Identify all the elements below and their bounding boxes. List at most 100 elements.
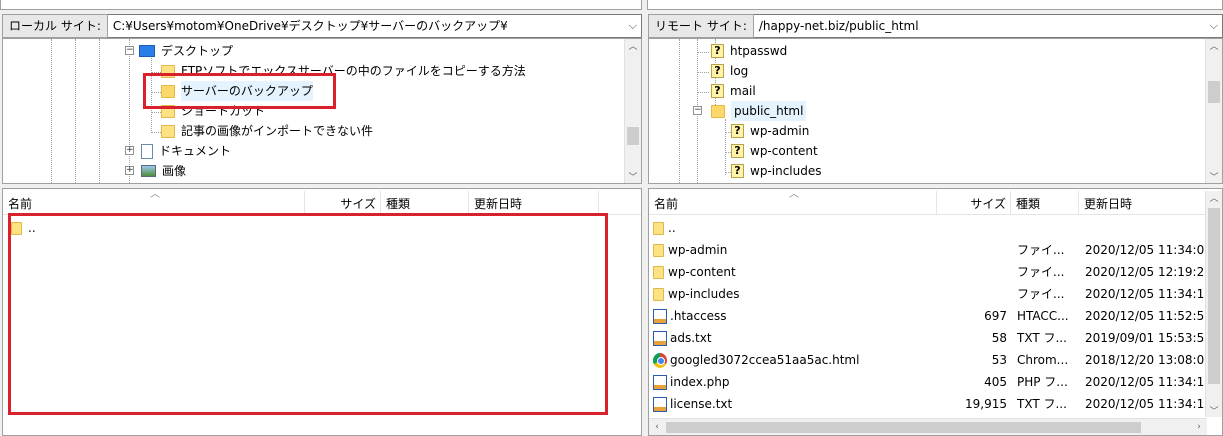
column-size-header[interactable]: サイズ [937,191,1011,215]
file-size-cell [937,283,1007,305]
table-row[interactable]: wp-includes ファイ... 2020/12/05 11:34:1 [649,283,1207,305]
file-modified-cell: 2020/12/05 12:19:2 [1085,265,1205,279]
local-site-label: ローカル サイト: [2,14,108,38]
local-file-list[interactable]: ︿ 名前 サイズ 種類 更新日時 .. [2,188,642,436]
scroll-left-icon[interactable]: ‹ [649,419,665,435]
table-row[interactable]: .htaccess 697 HTACC... 2020/12/05 11:52:5 [649,305,1207,327]
scroll-up-icon[interactable]: ︿ [1206,191,1222,204]
local-tree-scrollbar[interactable]: ︿ ﹀ [624,39,641,183]
table-row[interactable]: googled3072ccea51aa5ac.html 53 Chrom... 201… [649,349,1207,371]
table-row[interactable]: wp-content ファイ... 2020/12/05 12:19:2 [649,261,1207,283]
remote-directory-tree[interactable]: ? htpasswd ? log ? mail − public_html ? … [648,38,1223,184]
remote-tree-scrollbar[interactable]: ︿ ﹀ [1205,39,1222,183]
table-row[interactable]: wp-admin ファイ... 2020/12/05 11:34:0 [649,239,1207,261]
file-type-cell: ファイ... [1017,265,1065,279]
folder-icon [161,124,175,138]
file-name: license.txt [670,397,733,411]
file-name: index.php [670,375,730,389]
collapse-toggle-icon[interactable]: − [125,46,134,55]
file-modified-cell: 2019/09/01 15:53:5 [1085,331,1205,345]
folder-icon [161,104,175,118]
remote-pane: リモート サイト: /happy-net.biz/public_html ⌵ ?… [647,0,1223,436]
table-row[interactable]: index.php 405 PHP フ... 2020/12/05 11:34:1 [649,371,1207,393]
column-type-header[interactable]: 種類 [381,191,469,215]
scroll-down-icon[interactable]: ﹀ [1206,170,1222,183]
unknown-folder-icon: ? [711,64,724,78]
folder-icon [161,64,175,78]
remote-list-vscrollbar[interactable]: ︿ ﹀ [1205,191,1222,417]
file-modified-cell: 2020/12/05 11:34:1 [1085,287,1205,301]
tree-item-label: デスクトップ [161,44,234,58]
file-name-cell: wp-includes [653,283,937,305]
column-name-header[interactable]: 名前 [649,191,937,215]
folder-icon [653,288,664,301]
file-name-cell: index.php [653,371,937,393]
file-modified-cell: 2020/12/05 11:34:0 [1085,243,1205,257]
folder-icon [653,266,664,279]
scroll-right-icon[interactable]: › [1191,419,1207,435]
local-site-path-input[interactable]: C:¥Users¥motom¥OneDrive¥デスクトップ¥サーバーのバックア… [107,14,642,38]
scroll-thumb[interactable] [627,127,639,145]
tree-item-import-issue[interactable]: 記事の画像がインポートできない件 [161,121,373,141]
file-size-cell: 58 [991,331,1007,345]
local-directory-tree[interactable]: − デスクトップ FTPソフトでエックスサーバーの中のファイルをコピーする方法 … [2,38,642,184]
scroll-thumb[interactable] [1208,208,1220,384]
tree-item-desktop[interactable]: デスクトップ [139,41,233,61]
tree-item-public-html[interactable]: public_html [711,101,807,121]
file-name: googled3072ccea51aa5ac.html [670,353,860,367]
tree-item-ftp-folder[interactable]: FTPソフトでエックスサーバーの中のファイルをコピーする方法 [161,61,526,81]
tree-item-label: ショートカット [181,104,266,118]
folder-icon [11,222,22,235]
remote-site-path-input[interactable]: /happy-net.biz/public_html ⌵ [753,14,1223,38]
unknown-folder-icon: ? [731,164,744,178]
document-icon [141,143,153,159]
table-row[interactable]: .. [649,217,1207,239]
tree-item-server-backup[interactable]: サーバーのバックアップ [161,81,313,101]
scroll-up-icon[interactable]: ︿ [625,39,641,52]
tree-item-log[interactable]: ? log [711,61,748,81]
table-row[interactable]: license.txt 19,915 TXT フ... 2020/12/05 11:3… [649,393,1207,415]
tree-item-label: wp-includes [750,164,822,178]
file-modified-cell: 2018/12/20 13:08:0 [1085,353,1205,367]
collapse-toggle-icon[interactable]: − [693,106,702,115]
table-row[interactable]: ads.txt 58 TXT フ... 2019/09/01 15:53:5 [649,327,1207,349]
folder-icon [653,222,664,235]
tree-item-wp-content[interactable]: ? wp-content [731,141,818,161]
list-item-parent[interactable]: .. [11,217,36,239]
scroll-down-icon[interactable]: ﹀ [1206,404,1222,417]
tree-item-pictures[interactable]: 画像 [141,161,186,181]
chevron-down-icon[interactable]: ⌵ [629,15,637,37]
tree-item-documents[interactable]: ドキュメント [141,141,231,161]
tree-item-label: mail [730,84,756,98]
column-modified-header[interactable]: 更新日時 [1079,191,1207,215]
file-modified-cell [1085,217,1205,239]
text-file-icon [653,309,667,324]
file-name-cell: ads.txt [653,327,937,349]
tree-item-label: 画像 [162,164,187,178]
expand-toggle-icon[interactable]: + [125,166,134,175]
file-size-cell [937,239,1007,261]
tree-item-shortcut[interactable]: ショートカット [161,101,265,121]
php-file-icon [653,375,667,390]
tree-item-label: wp-content [750,144,818,158]
file-name: .. [668,221,676,235]
expand-toggle-icon[interactable]: + [125,146,134,155]
tree-item-wp-admin[interactable]: ? wp-admin [731,121,809,141]
column-name-header[interactable]: 名前 [3,191,305,215]
tree-item-wp-includes[interactable]: ? wp-includes [731,161,822,181]
remote-file-list[interactable]: ︿ 名前 サイズ 種類 更新日時 .. wp-admin ファイ... 2020/12… [648,188,1223,436]
remote-list-hscrollbar[interactable]: ‹ › [649,418,1207,435]
column-modified-header[interactable]: 更新日時 [469,191,599,215]
scroll-thumb[interactable] [666,422,1141,433]
scroll-thumb[interactable] [1208,81,1220,103]
scroll-down-icon[interactable]: ﹀ [625,170,641,183]
column-type-header[interactable]: 種類 [1011,191,1079,215]
unknown-folder-icon: ? [731,124,744,138]
column-size-header[interactable]: サイズ [305,191,381,215]
tree-item-htpasswd[interactable]: ? htpasswd [711,41,787,61]
file-size-cell: 405 [984,375,1007,389]
scroll-up-icon[interactable]: ︿ [1206,39,1222,52]
chevron-down-icon[interactable]: ⌵ [1210,15,1218,37]
file-type-cell: ファイ... [1017,287,1065,301]
tree-item-mail[interactable]: ? mail [711,81,756,101]
